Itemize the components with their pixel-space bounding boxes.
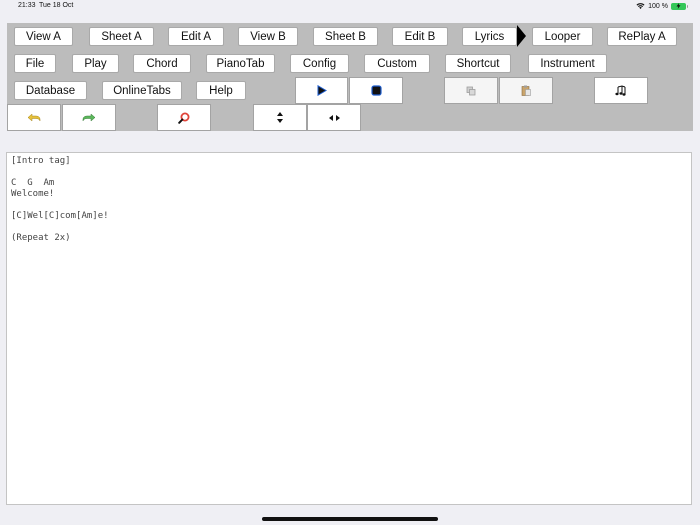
- sheet-b-button[interactable]: Sheet B: [313, 27, 378, 46]
- instrument-button[interactable]: Instrument: [528, 54, 607, 73]
- edit-b-button[interactable]: Edit B: [392, 27, 448, 46]
- pianotab-button[interactable]: PianoTab: [206, 54, 275, 73]
- chord-button[interactable]: Chord: [133, 54, 191, 73]
- redo-button[interactable]: [62, 104, 116, 131]
- battery-percent: 100 %: [648, 2, 668, 10]
- charging-bolt-icon: [676, 3, 681, 9]
- onlinetabs-button[interactable]: OnlineTabs: [102, 81, 182, 100]
- home-indicator[interactable]: [262, 517, 438, 521]
- view-b-button[interactable]: View B: [238, 27, 298, 46]
- battery-icon: [671, 2, 688, 10]
- copy-button[interactable]: [444, 77, 498, 104]
- looper-button[interactable]: Looper: [532, 27, 593, 46]
- music-notes-icon: [615, 85, 626, 96]
- lyrics-button[interactable]: Lyrics: [462, 27, 517, 46]
- undo-icon: [27, 113, 41, 122]
- music-notes-button[interactable]: [594, 77, 648, 104]
- play-button[interactable]: [295, 77, 348, 104]
- undo-button[interactable]: [7, 104, 61, 131]
- edit-a-button[interactable]: Edit A: [168, 27, 224, 46]
- custom-button[interactable]: Custom: [364, 54, 430, 73]
- play-icon: [317, 85, 327, 96]
- stop-icon: [370, 85, 382, 96]
- horizontal-resize-button[interactable]: [307, 104, 361, 131]
- status-date: Tue 18 Oct: [39, 2, 74, 9]
- vertical-resize-button[interactable]: [253, 104, 307, 131]
- config-button[interactable]: Config: [290, 54, 349, 73]
- redo-icon: [82, 113, 96, 122]
- sheet-a-button[interactable]: Sheet A: [89, 27, 154, 46]
- copy-icon: [466, 86, 476, 95]
- main-toolbar: View A Sheet A Edit A View B Sheet B Edi…: [7, 23, 693, 131]
- editor-content[interactable]: [Intro tag] C G Am Welcome! [C]Wel[C]com…: [11, 156, 687, 244]
- status-indicators: 100 %: [636, 1, 688, 11]
- app-screen: 21:33 Tue 18 Oct 100 % View A Sheet A Ed…: [0, 0, 700, 525]
- search-button[interactable]: [157, 104, 211, 131]
- file-button[interactable]: File: [14, 54, 56, 73]
- play-menu-button[interactable]: Play: [72, 54, 119, 73]
- horizontal-resize-icon: [328, 114, 340, 121]
- vertical-resize-icon: [277, 112, 283, 123]
- stop-button[interactable]: [349, 77, 403, 104]
- view-a-button[interactable]: View A: [14, 27, 73, 46]
- replay-a-button[interactable]: RePlay A: [607, 27, 677, 46]
- triangle-right-icon: [517, 25, 526, 47]
- shortcut-button[interactable]: Shortcut: [445, 54, 511, 73]
- paste-button[interactable]: [499, 77, 553, 104]
- help-button[interactable]: Help: [196, 81, 246, 100]
- database-button[interactable]: Database: [14, 81, 87, 100]
- status-time: 21:33: [18, 2, 36, 9]
- lyrics-editor[interactable]: [Intro tag] C G Am Welcome! [C]Wel[C]com…: [6, 152, 692, 505]
- wifi-icon: [636, 3, 645, 9]
- search-icon: [178, 112, 190, 124]
- paste-icon: [521, 85, 531, 96]
